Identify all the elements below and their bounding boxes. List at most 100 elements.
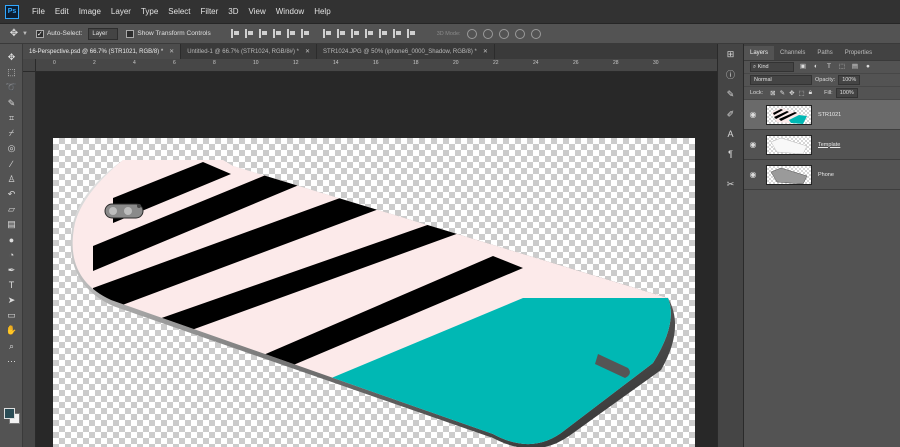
tab-channels[interactable]: Channels — [774, 50, 811, 60]
path-selection-tool-icon[interactable]: ➤ — [0, 293, 23, 308]
visibility-eye-icon[interactable]: ◉ — [744, 140, 762, 149]
filter-toggle-icon[interactable]: ● — [864, 63, 872, 71]
document-tab[interactable]: Untitled-1 @ 66.7% (STR1024, RGB/8#) * ✕ — [181, 44, 318, 59]
hand-tool-icon[interactable]: ✋ — [0, 323, 23, 338]
distribute-middle-icon[interactable] — [336, 29, 346, 38]
distribute-left-icon[interactable] — [364, 29, 374, 38]
layer-row[interactable]: ◉ Phone — [744, 160, 900, 190]
visibility-eye-icon[interactable]: ◉ — [744, 170, 762, 179]
menu-image[interactable]: Image — [74, 7, 106, 16]
menu-type[interactable]: Type — [136, 7, 163, 16]
adjustment-filter-icon[interactable]: ◐ — [812, 63, 820, 71]
distribute-center-icon[interactable] — [378, 29, 388, 38]
smart-object-filter-icon[interactable]: ▤ — [851, 63, 859, 71]
menu-file[interactable]: File — [27, 7, 50, 16]
fill-field[interactable]: 100% — [835, 88, 858, 98]
move-tool-icon[interactable]: ✥ — [8, 28, 20, 40]
align-bottom-icon[interactable] — [300, 29, 310, 38]
menu-help[interactable]: Help — [309, 7, 335, 16]
character-panel-icon[interactable]: A — [718, 124, 743, 144]
kind-filter-dropdown[interactable]: ⌕ Kind — [750, 62, 794, 72]
history-brush-tool-icon[interactable]: ↶ — [0, 187, 23, 202]
collapsed-panels-strip: ⊞ ⓘ ✎ ✐ A ¶ ✂ — [717, 44, 744, 447]
brush-tool-icon[interactable]: ∕ — [0, 156, 23, 171]
layer-row[interactable]: ◉ STR1021 — [744, 100, 900, 130]
type-tool-icon[interactable]: T — [0, 278, 23, 293]
document-tab[interactable]: 16-Perspective.psd @ 66.7% (STR1021, RGB… — [23, 44, 182, 59]
dodge-tool-icon[interactable]: ◔ — [0, 247, 23, 262]
move-tool-icon[interactable]: ✥ — [0, 50, 23, 65]
menu-view[interactable]: View — [244, 7, 271, 16]
menu-select[interactable]: Select — [163, 7, 195, 16]
lock-transparent-icon[interactable]: ⊠ — [770, 89, 775, 97]
auto-select-dropdown[interactable]: Layer — [88, 27, 119, 40]
brushes-panel-icon[interactable]: ✐ — [718, 104, 743, 124]
transform-controls-checkbox[interactable] — [126, 29, 135, 38]
more-tools-icon[interactable]: ⋯ — [0, 354, 23, 369]
opacity-field[interactable]: 100% — [838, 75, 861, 85]
menu-filter[interactable]: Filter — [196, 7, 224, 16]
lock-artboard-icon[interactable]: ⬚ — [799, 89, 805, 97]
layer-row[interactable]: ◉ Template — [744, 130, 900, 160]
menu-layer[interactable]: Layer — [106, 7, 136, 16]
close-tab-icon[interactable]: ✕ — [169, 48, 174, 55]
distribute-bottom-icon[interactable] — [350, 29, 360, 38]
info-panel-icon[interactable]: ⓘ — [718, 64, 743, 84]
align-middle-icon[interactable] — [286, 29, 296, 38]
3d-slide-icon[interactable] — [514, 28, 525, 39]
close-tab-icon[interactable]: ✕ — [305, 48, 310, 55]
shape-filter-icon[interactable]: ⬚ — [838, 63, 846, 71]
gradient-tool-icon[interactable]: ▤ — [0, 217, 23, 232]
tab-layers[interactable]: Layers — [744, 46, 775, 60]
document-tab[interactable]: STR1024.JPG @ 50% (iphone6_0000_Shadow, … — [317, 44, 495, 59]
tab-paths[interactable]: Paths — [811, 50, 838, 60]
menu-3d[interactable]: 3D — [223, 7, 243, 16]
canvas-workspace[interactable] — [36, 72, 717, 447]
quick-select-tool-icon[interactable]: ✎ — [0, 96, 23, 111]
foreground-color-swatch[interactable] — [4, 408, 15, 419]
align-top-icon[interactable] — [272, 29, 282, 38]
pixel-filter-icon[interactable]: ▣ — [799, 63, 807, 71]
visibility-eye-icon[interactable]: ◉ — [744, 110, 762, 119]
lock-image-icon[interactable]: ✎ — [780, 89, 785, 97]
3d-roll-icon[interactable] — [482, 28, 493, 39]
ruler-corner[interactable] — [23, 59, 36, 72]
lasso-tool-icon[interactable]: ➰ — [0, 80, 23, 95]
lock-position-icon[interactable]: ✥ — [789, 89, 794, 97]
pen-tool-icon[interactable]: ✒ — [0, 263, 23, 278]
tab-properties[interactable]: Properties — [839, 50, 878, 60]
history-panel-icon[interactable]: ⊞ — [718, 44, 743, 64]
clone-stamp-tool-icon[interactable]: ♙ — [0, 172, 23, 187]
close-tab-icon[interactable]: ✕ — [483, 48, 488, 55]
blend-mode-dropdown[interactable]: Normal — [750, 75, 812, 85]
paragraph-panel-icon[interactable]: ¶ — [718, 144, 743, 164]
auto-align-icon[interactable] — [406, 29, 416, 38]
menu-window[interactable]: Window — [271, 7, 309, 16]
healing-brush-tool-icon[interactable]: ◎ — [0, 141, 23, 156]
distribute-right-icon[interactable] — [392, 29, 402, 38]
menu-edit[interactable]: Edit — [50, 7, 74, 16]
crop-tool-icon[interactable]: ⌗ — [0, 111, 23, 126]
3d-orbit-icon[interactable] — [466, 28, 477, 39]
rectangle-tool-icon[interactable]: ▭ — [0, 308, 23, 323]
tool-preset-dropdown[interactable]: ▼ — [22, 31, 28, 37]
align-left-icon[interactable] — [230, 29, 240, 38]
document-canvas[interactable] — [53, 138, 695, 447]
marquee-tool-icon[interactable]: ⬚ — [0, 65, 23, 80]
3d-scale-icon[interactable] — [530, 28, 541, 39]
auto-select-checkbox[interactable]: ✓ — [35, 29, 44, 38]
lock-all-icon[interactable]: 🔒︎ — [809, 89, 812, 97]
3d-pan-icon[interactable] — [498, 28, 509, 39]
horizontal-ruler[interactable]: 0 2 4 6 8 10 12 14 16 18 20 22 24 26 28 30 — [36, 59, 717, 72]
tool-presets-icon[interactable]: ✂ — [718, 174, 743, 194]
brush-settings-icon[interactable]: ✎ — [718, 84, 743, 104]
type-filter-icon[interactable]: T — [825, 63, 833, 71]
eraser-tool-icon[interactable]: ▱ — [0, 202, 23, 217]
align-center-icon[interactable] — [244, 29, 254, 38]
vertical-ruler[interactable] — [23, 72, 36, 447]
blur-tool-icon[interactable]: ● — [0, 232, 23, 247]
align-right-icon[interactable] — [258, 29, 268, 38]
eyedropper-tool-icon[interactable]: ⌿ — [0, 126, 23, 141]
distribute-top-icon[interactable] — [322, 29, 332, 38]
zoom-tool-icon[interactable]: ⌕ — [0, 339, 23, 354]
